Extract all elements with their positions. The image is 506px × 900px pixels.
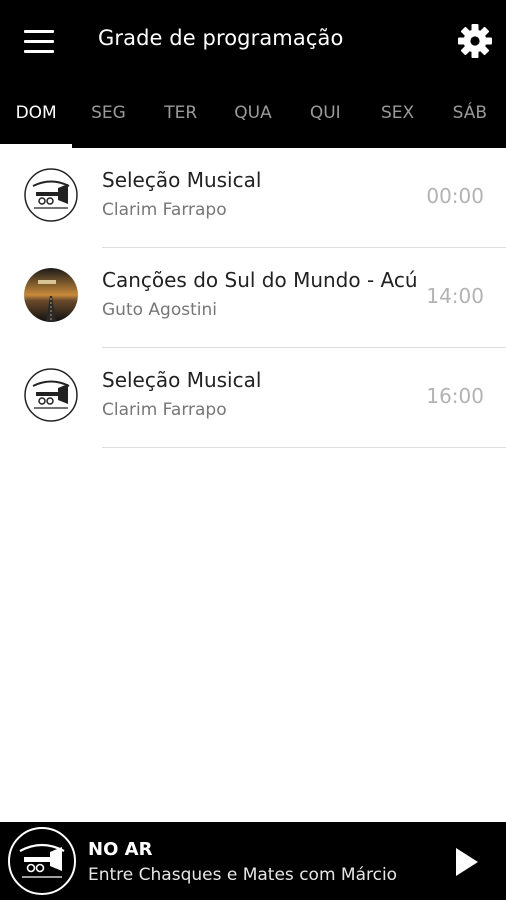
gear-icon[interactable] bbox=[454, 20, 496, 62]
list-item[interactable]: Seleção Musical Clarim Farrapo 16:00 bbox=[0, 348, 506, 448]
clarim-farrapo-logo-icon bbox=[8, 827, 76, 895]
program-time: 14:00 bbox=[426, 284, 484, 308]
list-item[interactable]: Canções do Sul do Mundo - Acústico Guto … bbox=[0, 248, 506, 348]
tab-ter[interactable]: TER bbox=[145, 93, 217, 135]
program-host: Clarim Farrapo bbox=[102, 200, 227, 220]
program-title: Seleção Musical bbox=[102, 368, 262, 392]
divider bbox=[102, 447, 506, 448]
tab-sab[interactable]: SÁB bbox=[434, 93, 506, 135]
program-title: Canções do Sul do Mundo - Acústico bbox=[102, 268, 416, 292]
tab-seg[interactable]: SEG bbox=[72, 93, 144, 135]
now-playing-bar[interactable]: NO AR Entre Chasques e Mates com Márcio bbox=[0, 822, 506, 900]
program-time: 00:00 bbox=[426, 184, 484, 208]
page-title: Grade de programação bbox=[98, 26, 344, 50]
program-title: Seleção Musical bbox=[102, 168, 262, 192]
hamburger-menu-icon[interactable] bbox=[18, 24, 62, 58]
list-item[interactable]: Seleção Musical Clarim Farrapo 00:00 bbox=[0, 148, 506, 248]
clarim-farrapo-logo-icon bbox=[24, 168, 78, 222]
now-playing-title: Entre Chasques e Mates com Márcio bbox=[88, 865, 398, 885]
tab-qui[interactable]: QUI bbox=[289, 93, 361, 135]
tab-qua[interactable]: QUA bbox=[217, 93, 289, 135]
schedule-list: Seleção Musical Clarim Farrapo 00:00 Can… bbox=[0, 148, 506, 448]
play-icon[interactable] bbox=[448, 844, 484, 880]
tab-dom[interactable]: DOM bbox=[0, 93, 72, 135]
tab-sex[interactable]: SEX bbox=[361, 93, 433, 135]
road-sunset-photo-icon bbox=[24, 268, 78, 322]
app-bar: Grade de programação DOM SEG TER QUA QUI… bbox=[0, 0, 506, 148]
on-air-label: NO AR bbox=[88, 839, 153, 860]
clarim-farrapo-logo-icon bbox=[24, 368, 78, 422]
day-tabs: DOM SEG TER QUA QUI SEX SÁB bbox=[0, 93, 506, 135]
program-host: Guto Agostini bbox=[102, 300, 217, 320]
program-host: Clarim Farrapo bbox=[102, 400, 227, 420]
program-time: 16:00 bbox=[426, 384, 484, 408]
